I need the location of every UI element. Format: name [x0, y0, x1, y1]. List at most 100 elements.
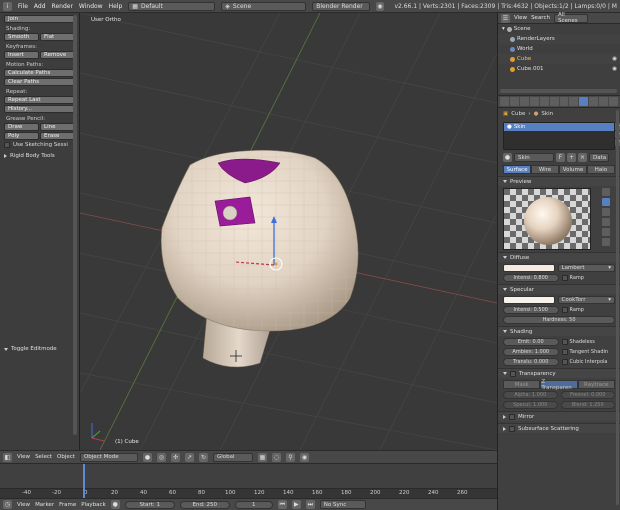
material-slot-list[interactable]: ● Skin + − ▾ — [503, 122, 620, 150]
manipulator-toggle-icon[interactable]: ✣ — [170, 452, 180, 462]
visibility-eye-icon[interactable]: ◉ — [612, 66, 617, 72]
timeline-ruler[interactable]: -40 -20 0 20 40 60 80 100 120 140 160 18… — [0, 488, 497, 498]
hardness-field[interactable]: Hardness: 50 — [503, 316, 615, 324]
shadeless-checkbox-box[interactable] — [561, 339, 568, 345]
material-name-field[interactable]: Skin — [514, 153, 554, 162]
info-editor-icon[interactable]: i — [3, 1, 12, 11]
specular-shader-select[interactable]: CookTorr ▾ — [557, 296, 615, 304]
timeline-playback-menu[interactable]: Playback — [81, 502, 106, 508]
outliner-row-scene[interactable]: ▾ Scene — [498, 24, 620, 34]
new-material-icon[interactable]: + — [567, 153, 576, 162]
toggle-editmode-panel-header[interactable]: Toggle Editmode — [4, 346, 57, 352]
emit-field[interactable]: Emit: 0.00 — [503, 338, 559, 346]
rotate-icon[interactable]: ↻ — [198, 452, 208, 462]
outliner-editor-icon[interactable]: ☰ — [501, 13, 510, 23]
transparency-checkbox[interactable] — [510, 370, 516, 377]
constraints-tab-icon[interactable] — [549, 97, 559, 106]
specular-ramp-checkbox[interactable]: Ramp — [561, 307, 616, 313]
render-icon[interactable]: ◉ — [299, 452, 309, 462]
outliner-row-world[interactable]: World — [498, 44, 620, 54]
tab-raytrace[interactable]: Raytrace — [577, 380, 615, 389]
fresnel-blend-field[interactable]: Blend: 1.250 — [560, 401, 615, 409]
outliner-view-menu[interactable]: View — [514, 15, 527, 21]
outliner-search-menu[interactable]: Search — [531, 15, 550, 21]
timeline-marker-menu[interactable]: Marker — [35, 502, 54, 508]
grease-draw-button[interactable]: Draw — [4, 123, 39, 131]
sync-select[interactable]: No Sync — [319, 500, 366, 509]
tab-mask[interactable]: Mask — [503, 380, 541, 389]
start-frame-field[interactable]: Start: 1 — [124, 500, 175, 509]
eyeball[interactable] — [222, 205, 238, 221]
timeline[interactable]: -40 -20 0 20 40 60 80 100 120 140 160 18… — [0, 463, 497, 498]
particles-tab-icon[interactable] — [599, 97, 609, 106]
timeline-view-menu[interactable]: View — [17, 502, 30, 508]
preview-world-icon[interactable] — [602, 238, 610, 246]
play-icon[interactable]: ▶ — [291, 500, 301, 509]
specular-color-swatch[interactable] — [503, 296, 555, 304]
render-engine-select[interactable]: Blender Render — [312, 1, 370, 11]
mirror-panel-header[interactable]: Mirror — [498, 411, 620, 421]
mirror-checkbox[interactable] — [509, 413, 515, 420]
timeline-editor-icon[interactable]: ◷ — [3, 500, 12, 509]
3d-viewport[interactable]: User Ortho (1) Cube — [80, 13, 497, 450]
unlink-material-icon[interactable]: × — [578, 153, 587, 162]
screen-layout-select[interactable]: ▦ Default — [128, 1, 216, 11]
visibility-eye-icon[interactable]: ◉ — [612, 56, 617, 62]
repeat-last-button[interactable]: Repeat Last — [4, 96, 75, 104]
record-icon[interactable]: ● — [110, 500, 120, 509]
specular-alpha-field[interactable]: Specul: 1.000 — [503, 401, 558, 409]
smooth-button[interactable]: Smooth — [4, 33, 39, 41]
viewport-shading-icon[interactable]: ● — [142, 452, 152, 462]
tab-volume[interactable]: Volume — [559, 165, 587, 174]
collapse-arrow-icon[interactable]: ▾ — [502, 26, 505, 32]
sketching-session-checkbox[interactable]: Use Sketching Sessi — [4, 142, 75, 148]
object-tab-icon[interactable] — [539, 97, 549, 106]
history-button[interactable]: History... — [4, 105, 75, 113]
material-tab-icon[interactable] — [579, 97, 589, 106]
grease-poly-button[interactable]: Poly — [4, 132, 39, 140]
link-data-select[interactable]: Data — [589, 153, 609, 162]
physics-tab-icon[interactable] — [609, 97, 619, 106]
snap-icon[interactable]: ⚲ — [285, 452, 295, 462]
diffuse-panel-header[interactable]: Diffuse — [498, 252, 620, 262]
sketching-checkbox-box[interactable] — [4, 142, 10, 148]
tangent-shading-checkbox[interactable]: Tangent Shadin — [561, 349, 616, 355]
data-tab-icon[interactable] — [569, 97, 579, 106]
join-button[interactable]: Join — [4, 15, 75, 23]
pivot-point-icon[interactable]: ◎ — [156, 452, 166, 462]
outliner-row-cube[interactable]: Cube ◉ — [498, 54, 620, 64]
flat-button[interactable]: Flat — [40, 33, 75, 41]
diffuse-ramp-checkbox[interactable]: Ramp — [561, 275, 616, 281]
texture-tab-icon[interactable] — [589, 97, 599, 106]
end-frame-field[interactable]: End: 250 — [179, 500, 230, 509]
modifiers-tab-icon[interactable] — [559, 97, 569, 106]
calculate-paths-button[interactable]: Calculate Paths — [4, 69, 75, 77]
cubic-interpolation-checkbox[interactable]: Cubic Interpola — [561, 359, 616, 365]
specular-panel-header[interactable]: Specular — [498, 284, 620, 294]
menu-render[interactable]: Render — [52, 3, 73, 10]
proportional-edit-icon[interactable]: ◌ — [271, 452, 281, 462]
viewport-select-menu[interactable]: Select — [35, 454, 52, 460]
rigid-body-panel-header[interactable]: Rigid Body Tools — [4, 153, 75, 159]
tab-z-transparency[interactable]: Z Transparen — [540, 379, 578, 391]
tab-surface[interactable]: Surface — [503, 165, 531, 174]
diffuse-intensity-field[interactable]: Intensi: 0.800 — [503, 274, 559, 282]
preview-monkey-icon[interactable] — [602, 218, 610, 226]
remove-keyframe-button[interactable]: Remove — [40, 51, 75, 59]
preview-cube-icon[interactable] — [602, 208, 610, 216]
shadeless-checkbox[interactable]: Shadeless — [561, 339, 616, 345]
menu-add[interactable]: Add — [34, 3, 46, 10]
timeline-track[interactable] — [0, 464, 497, 488]
outliner-row-cube001[interactable]: Cube.001 ◉ — [498, 64, 620, 74]
menu-file[interactable]: File — [18, 3, 28, 10]
properties-scrollbar[interactable] — [616, 110, 619, 505]
tab-wire[interactable]: Wire — [531, 165, 559, 174]
insert-keyframe-button[interactable]: Insert — [4, 51, 39, 59]
grease-erase-button[interactable]: Erase — [40, 132, 75, 140]
cubic-checkbox-box[interactable] — [561, 359, 568, 365]
fresnel-field[interactable]: Fresnel: 0.000 — [560, 391, 615, 399]
orientation-select[interactable]: Global — [212, 452, 253, 462]
current-frame-field[interactable]: 1 — [234, 500, 273, 509]
translucency-field[interactable]: Translu: 0.000 — [503, 358, 559, 366]
preview-panel-header[interactable]: Preview — [498, 176, 620, 186]
